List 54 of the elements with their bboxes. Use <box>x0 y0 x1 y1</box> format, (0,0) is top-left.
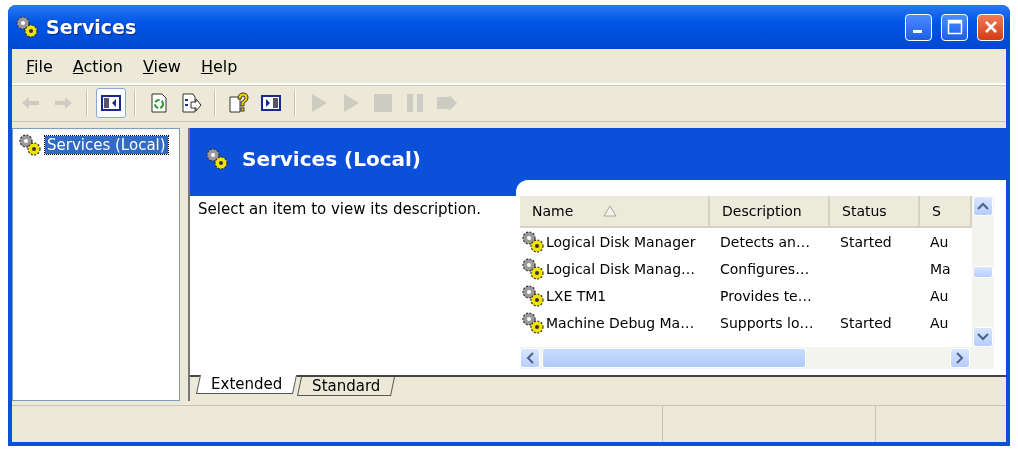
service-icon <box>520 256 546 281</box>
tree-item[interactable]: Services (Local) <box>45 136 168 154</box>
scrollbar-thumb[interactable] <box>973 265 993 278</box>
service-icon <box>520 310 546 335</box>
services-icon <box>17 133 43 157</box>
maximize-button[interactable] <box>941 13 968 41</box>
scroll-left-button[interactable] <box>520 348 540 368</box>
table-cell-text: Ma <box>929 260 952 277</box>
table-cell-text: Started <box>839 314 893 331</box>
table-cell-text: Au <box>929 287 950 304</box>
column-header[interactable]: Name <box>520 196 710 226</box>
table-cell-text: Started <box>839 233 893 250</box>
table-cell-text: Au <box>929 233 950 250</box>
menu-item[interactable]: File <box>18 54 61 78</box>
service-icon <box>520 229 546 254</box>
scroll-right-button[interactable] <box>950 348 970 368</box>
table-cell: Logical Disk Manag… <box>546 260 696 277</box>
tree-button[interactable] <box>96 88 126 118</box>
close-icon <box>982 19 999 35</box>
table-cell-text: Configures… <box>719 260 811 277</box>
table-cell: Logical Disk Manager <box>546 233 696 250</box>
table-cell-text: Au <box>929 314 950 331</box>
menu-item[interactable]: Action <box>64 54 131 78</box>
minimize-icon <box>912 30 922 33</box>
document-arrow-icon <box>179 91 203 115</box>
scroll-down-button[interactable] <box>973 327 993 347</box>
scroll-up-button[interactable] <box>973 196 993 216</box>
scrollbar-thumb[interactable] <box>542 348 806 368</box>
services-icon <box>14 15 40 39</box>
column-header[interactable]: Status <box>830 196 920 226</box>
table-cell-text: Provides te… <box>719 287 813 304</box>
caret-down-icon <box>977 333 989 341</box>
sort-arrow-icon <box>603 205 618 217</box>
table-cell: Machine Debug Ma… <box>546 314 695 331</box>
panel-title: Services (Local) <box>242 147 421 171</box>
description-text: Select an item to view its description. <box>198 200 482 218</box>
caret-right-icon <box>956 352 964 364</box>
menu-item[interactable]: View <box>134 54 189 78</box>
column-header[interactable]: Description <box>710 196 830 226</box>
caret-up-icon <box>977 202 989 210</box>
menu-item[interactable]: Help <box>192 54 246 78</box>
table-cell-text: Supports lo… <box>719 314 815 331</box>
table-cell: LXE TM1 <box>546 287 607 304</box>
service-icon <box>520 283 546 308</box>
minimize-button[interactable] <box>905 13 932 41</box>
stop-icon <box>371 91 395 115</box>
view-tab[interactable]: Extended <box>196 375 298 394</box>
table-cell-text: Detects an… <box>719 233 811 250</box>
maximize-icon <box>946 19 963 35</box>
help-icon <box>227 91 251 115</box>
services-icon <box>204 147 230 171</box>
close-button[interactable] <box>977 13 1004 41</box>
window-title: Services <box>46 16 138 38</box>
caret-left-icon <box>526 352 534 364</box>
